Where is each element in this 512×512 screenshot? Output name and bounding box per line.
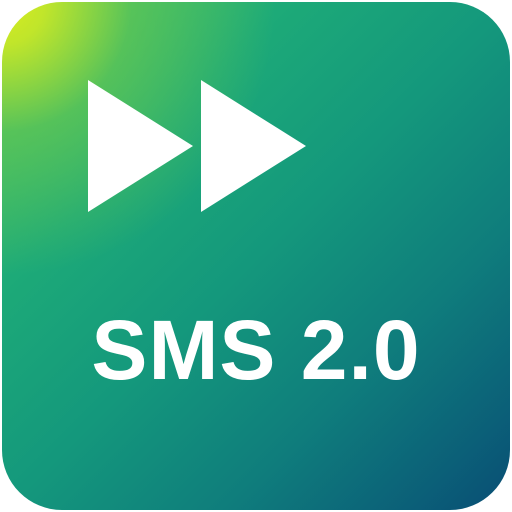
app-label: SMS 2.0 bbox=[91, 303, 421, 397]
app-icon-tile[interactable]: SMS 2.0 bbox=[2, 2, 510, 510]
fast-forward-icon bbox=[88, 80, 306, 212]
fast-forward-arrow-right bbox=[201, 80, 306, 212]
fast-forward-arrow-left bbox=[88, 80, 193, 212]
